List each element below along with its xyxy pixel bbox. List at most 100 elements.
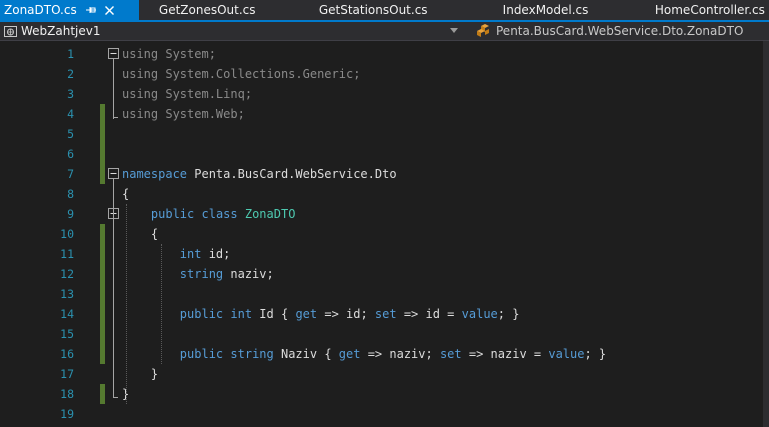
code-token: using (122, 47, 159, 61)
code-token: namespace (122, 167, 188, 181)
change-indicator (100, 284, 105, 304)
code-text: public string Naziv { get => naziv; set … (122, 344, 606, 364)
project-dropdown[interactable]: WebZahtjev1 (0, 24, 450, 38)
line-number: 5 (67, 127, 74, 141)
change-indicator (100, 304, 105, 324)
close-icon[interactable] (104, 5, 115, 16)
change-indicator (100, 224, 105, 244)
code-line[interactable]: 3 using System.Linq; (0, 84, 763, 104)
tab-indexmodel[interactable]: IndexModel.cs (451, 0, 612, 20)
line-number: 2 (67, 67, 74, 81)
project-icon (4, 25, 17, 37)
line-number: 15 (60, 327, 74, 341)
code-token: System.Web; (158, 107, 245, 121)
code-text: { (122, 184, 129, 204)
project-name: WebZahtjev1 (21, 24, 101, 38)
indent-guide (126, 204, 127, 404)
code-line[interactable]: 6 (0, 144, 763, 164)
code-text: } (122, 364, 158, 384)
line-number: 19 (60, 407, 74, 421)
chevron-down-icon[interactable] (450, 28, 458, 34)
code-token: int (230, 307, 253, 321)
code-token: Naziv { (273, 347, 339, 361)
code-line[interactable]: 1 using System; (0, 44, 763, 64)
code-line[interactable]: 15 (0, 324, 763, 344)
code-token: get (295, 307, 318, 321)
code-token: ZonaDTO (244, 207, 296, 221)
tab-label: GetStationsOut.cs (318, 3, 428, 17)
change-indicator (100, 324, 105, 344)
code-text: using System.Collections.Generic; (122, 64, 360, 84)
code-token: } (122, 367, 159, 381)
code-token: System.Collections.Generic; (158, 67, 361, 81)
code-token: ; } (497, 307, 520, 321)
code-line[interactable]: 14 public int Id { get => id; set => id … (0, 304, 763, 324)
code-line[interactable]: 11 int id; (0, 244, 763, 264)
code-token: => naziv = (461, 347, 549, 361)
type-dropdown[interactable]: Penta.BusCard.WebService.Dto.ZonaDTO (476, 24, 743, 38)
code-line[interactable]: 19 (0, 404, 763, 424)
code-token: => id = (396, 307, 462, 321)
code-line[interactable]: 7 namespace Penta.BusCard.WebService.Dto (0, 164, 763, 184)
editor-scrollbar[interactable] (763, 41, 769, 427)
code-line[interactable]: 2 using System.Collections.Generic; (0, 64, 763, 84)
tab-homecontroller[interactable]: HomeController.cs (612, 0, 769, 20)
change-indicator (100, 384, 105, 404)
code-line[interactable]: 18} (0, 384, 763, 404)
code-editor[interactable]: 1 using System; 2 using System.Collections.… (0, 41, 769, 427)
line-number: 12 (60, 267, 74, 281)
collapse-icon[interactable] (108, 168, 119, 179)
tab-getzonesout[interactable]: GetZonesOut.cs (139, 0, 285, 20)
tab-getstationsout[interactable]: GetStationsOut.cs (285, 0, 451, 20)
line-number: 7 (67, 167, 74, 181)
code-token: public (179, 307, 224, 321)
code-line[interactable]: 9 public class ZonaDTO (0, 204, 763, 224)
code-token: string (230, 347, 274, 361)
class-icon (477, 24, 489, 37)
line-number: 10 (60, 227, 74, 241)
code-line[interactable]: 12 string naziv; (0, 264, 763, 284)
code-token: id; (201, 247, 231, 261)
outline-line (113, 117, 118, 118)
change-indicator (100, 264, 105, 284)
code-token: value (461, 307, 498, 321)
code-line[interactable]: 17 } (0, 364, 763, 384)
code-token: => id; (317, 307, 375, 321)
code-line[interactable]: 10 { (0, 224, 763, 244)
code-text: string naziv; (122, 264, 274, 284)
line-number: 4 (67, 107, 74, 121)
code-token: string (179, 267, 224, 281)
navigation-bar: WebZahtjev1 Penta.BusCard.WebService.Dto… (0, 22, 769, 41)
change-indicator (100, 244, 105, 264)
outline-line (113, 397, 118, 398)
code-line[interactable]: 5 (0, 124, 763, 144)
change-indicator (100, 164, 105, 184)
indent-guide (161, 244, 162, 364)
collapse-icon[interactable] (108, 48, 119, 59)
code-line[interactable]: 13 (0, 284, 763, 304)
code-text: using System.Linq; (122, 84, 252, 104)
code-line[interactable]: 16 public string Naziv { get => naziv; s… (0, 344, 763, 364)
pin-icon[interactable] (85, 4, 97, 16)
code-token: value (548, 347, 585, 361)
line-number: 11 (60, 247, 74, 261)
tab-zonadto[interactable]: ZonaDTO.cs (0, 0, 139, 20)
change-indicator (100, 344, 105, 364)
code-line[interactable]: 4 using System.Web; (0, 104, 763, 124)
code-token: System.Linq; (158, 87, 253, 101)
code-line[interactable]: 8{ (0, 184, 763, 204)
code-token: using (122, 67, 159, 81)
code-text: using System; (122, 44, 216, 64)
code-token: System; (158, 47, 216, 61)
code-text: { (122, 224, 158, 244)
line-number: 13 (60, 287, 74, 301)
line-number: 6 (67, 147, 74, 161)
code-token: naziv; (223, 267, 274, 281)
code-token: public (179, 347, 224, 361)
line-number: 17 (60, 367, 74, 381)
line-number: 1 (67, 47, 74, 61)
